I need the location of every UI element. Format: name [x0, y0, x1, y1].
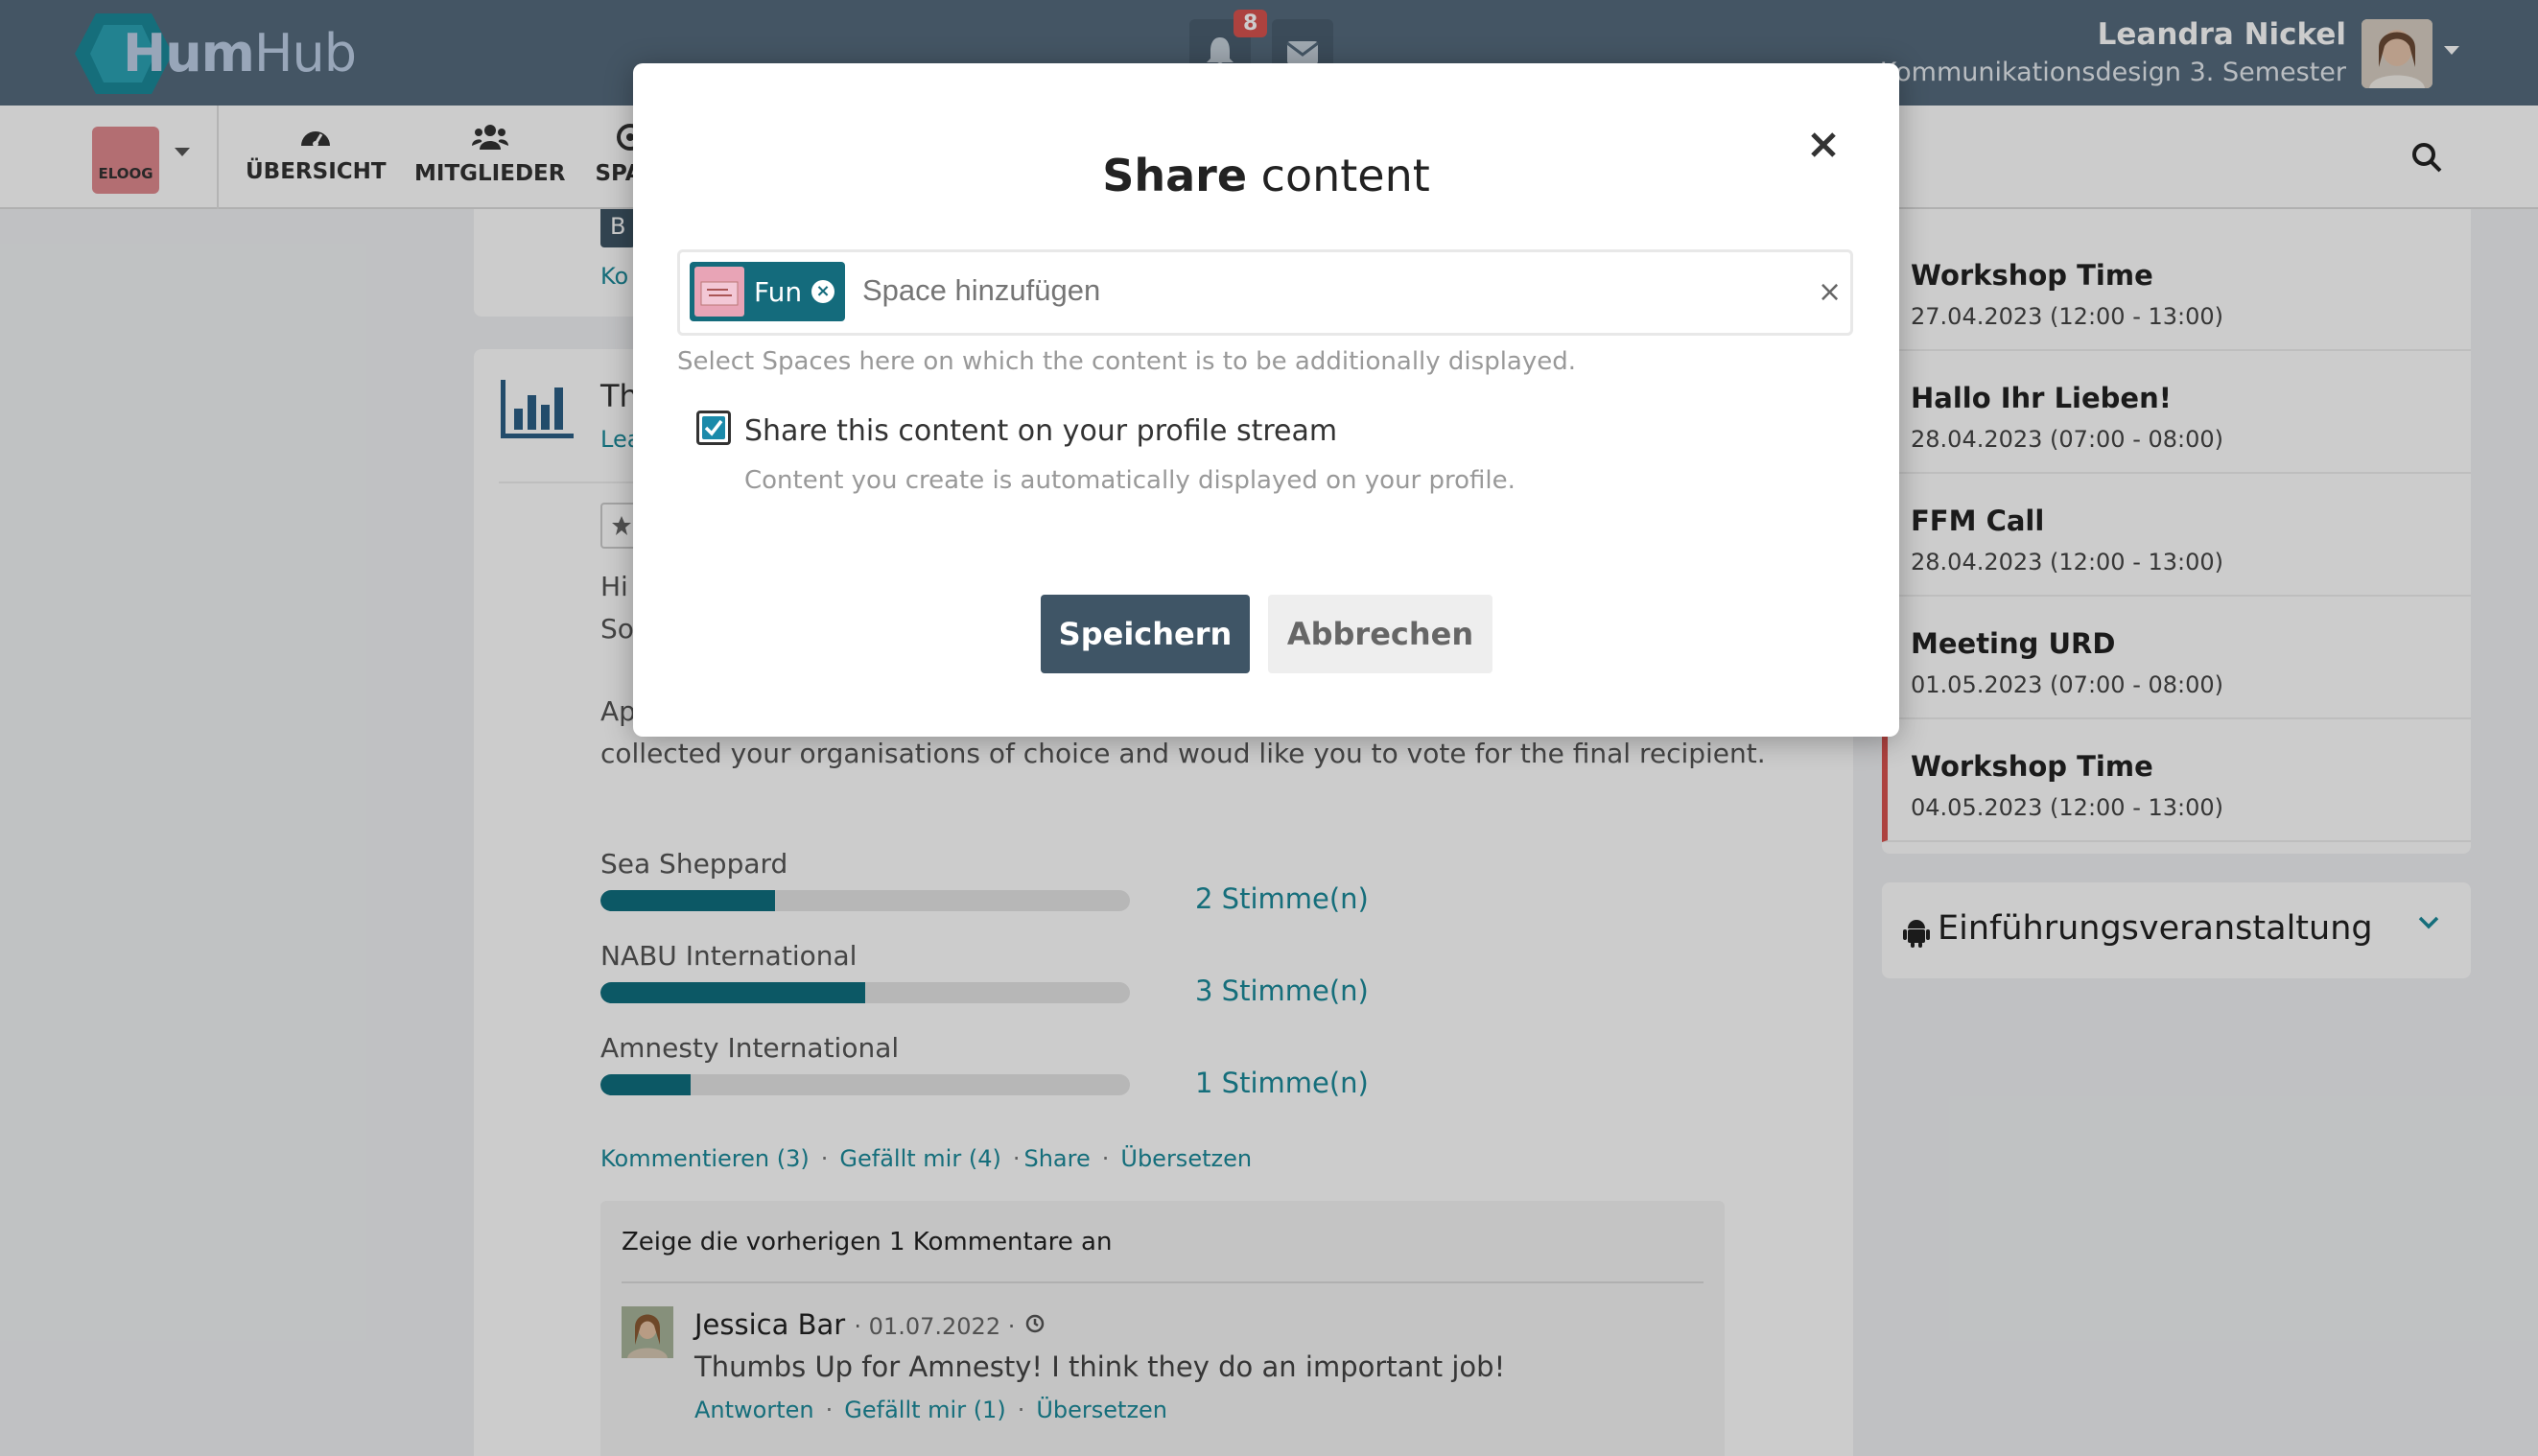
remove-chip-icon[interactable]: ×	[811, 280, 835, 303]
profile-stream-checkbox-label[interactable]: Share this content on your profile strea…	[744, 414, 1337, 448]
space-chip-image	[694, 267, 744, 317]
modal-title-bold: Share	[1102, 150, 1248, 201]
space-picker[interactable]: Fun × ×	[677, 249, 1853, 336]
clear-selection-icon[interactable]: ×	[1818, 275, 1842, 309]
checkmark-icon	[704, 419, 723, 436]
share-content-modal: Share content Fun × × Select Spaces here…	[633, 63, 1899, 737]
save-button[interactable]: Speichern	[1041, 595, 1250, 673]
space-chip: Fun ×	[690, 262, 845, 321]
profile-stream-hint: Content you create is automatically disp…	[744, 466, 1516, 495]
modal-title: Share content	[633, 150, 1899, 201]
space-thumbnail-icon	[700, 281, 739, 306]
space-search-input[interactable]	[862, 273, 1726, 308]
profile-stream-checkbox[interactable]	[696, 411, 731, 445]
cancel-button[interactable]: Abbrechen	[1268, 595, 1492, 673]
picker-hint: Select Spaces here on which the content …	[677, 347, 1577, 376]
modal-title-rest: content	[1247, 150, 1430, 201]
space-chip-label: Fun	[754, 275, 803, 308]
